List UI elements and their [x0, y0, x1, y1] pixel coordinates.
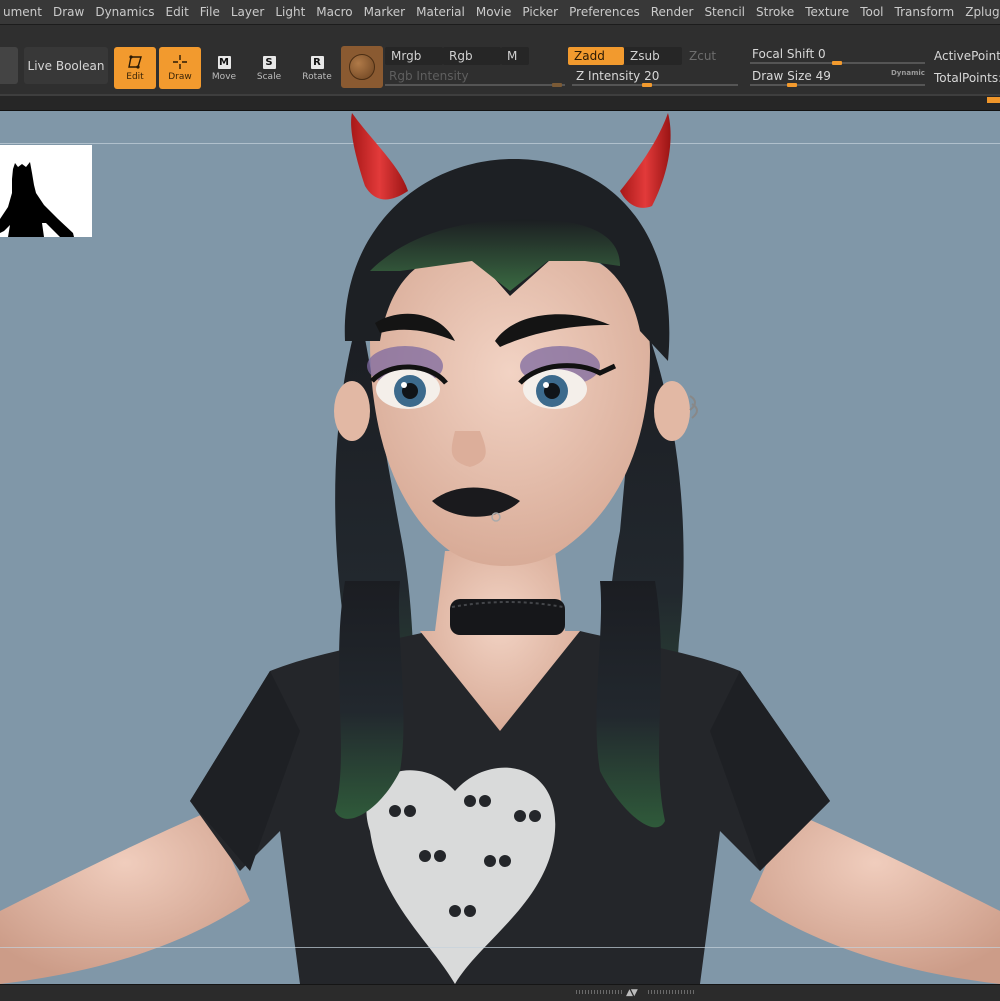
menu-bar: ument Draw Dynamics Edit File Layer Light Macro… [0, 0, 1000, 25]
guide-line-bottom [0, 947, 1000, 948]
menu-dynamics[interactable]: Dynamics [90, 0, 159, 24]
rgb-intensity-knob[interactable] [552, 83, 562, 87]
menu-draw[interactable]: Draw [48, 0, 89, 24]
shelf-strip [0, 96, 1000, 111]
rgb-intensity-label: Rgb Intensity [389, 69, 469, 83]
menu-transform[interactable]: Transform [890, 0, 960, 24]
left-horn [351, 113, 408, 200]
menu-texture[interactable]: Texture [800, 0, 854, 24]
menu-marker[interactable]: Marker [359, 0, 410, 24]
rotate-label: Rotate [302, 72, 332, 82]
menu-file[interactable]: File [195, 0, 225, 24]
dynamic-toggle[interactable]: Dynamic [891, 69, 925, 77]
tray-grip-right[interactable] [648, 990, 696, 994]
scale-button[interactable]: S Scale [248, 47, 290, 89]
focal-shift-knob[interactable] [832, 61, 842, 65]
character-render[interactable] [0, 111, 1000, 984]
menu-document[interactable]: ument [0, 0, 47, 24]
draw-size-knob[interactable] [787, 83, 797, 87]
menu-movie[interactable]: Movie [471, 0, 517, 24]
total-points-label: TotalPoints: . [934, 71, 1000, 85]
active-points-label: ActivePoints: [934, 49, 1000, 63]
z-intensity-label: Z Intensity 20 [576, 69, 660, 83]
zsub-button[interactable]: Zsub [624, 47, 682, 65]
edit-button[interactable]: Edit [114, 47, 156, 89]
scale-label: Scale [256, 72, 282, 82]
menu-stencil[interactable]: Stencil [699, 0, 750, 24]
left-arm [0, 811, 250, 984]
scale-icon: S [259, 54, 279, 70]
menu-edit[interactable]: Edit [161, 0, 194, 24]
mrgb-button[interactable]: Mrgb [385, 47, 443, 65]
menu-zplugin[interactable]: Zplugi [960, 0, 1000, 24]
zadd-button[interactable]: Zadd [568, 47, 624, 65]
rotate-button[interactable]: R Rotate [296, 47, 338, 89]
move-label: Move [211, 72, 237, 82]
draw-label: Draw [168, 72, 192, 82]
draw-button[interactable]: Draw [159, 47, 201, 89]
menu-preferences[interactable]: Preferences [564, 0, 645, 24]
zcut-button[interactable]: Zcut [683, 47, 739, 65]
right-ear [654, 381, 690, 441]
shelf-strip-indicator[interactable] [987, 97, 1000, 103]
menu-picker[interactable]: Picker [517, 0, 563, 24]
shelf-left-button[interactable] [0, 47, 18, 84]
left-ear [334, 381, 370, 441]
m-button[interactable]: M [501, 47, 529, 65]
rotate-icon: R [307, 54, 327, 70]
draw-size-label: Draw Size 49 [752, 69, 831, 83]
menu-render[interactable]: Render [646, 0, 699, 24]
z-intensity-knob[interactable] [642, 83, 652, 87]
right-horn [620, 113, 671, 208]
move-button[interactable]: M Move [203, 47, 245, 89]
menu-macro[interactable]: Macro [311, 0, 357, 24]
live-boolean-button[interactable]: Live Boolean [24, 47, 108, 84]
rgb-intensity-slider[interactable] [385, 84, 565, 86]
menu-light[interactable]: Light [270, 0, 310, 24]
bottom-tray-bar: ▲▼ [0, 984, 1000, 1001]
tray-toggle-arrows-icon[interactable]: ▲▼ [626, 988, 638, 998]
menu-stroke[interactable]: Stroke [751, 0, 799, 24]
draw-size-slider[interactable] [750, 84, 925, 86]
edit-icon [125, 54, 145, 70]
menu-material[interactable]: Material [411, 0, 470, 24]
edit-label: Edit [126, 72, 144, 82]
menu-layer[interactable]: Layer [226, 0, 269, 24]
menu-tool[interactable]: Tool [855, 0, 888, 24]
z-intensity-slider[interactable] [572, 84, 738, 86]
draw-crosshair-icon [170, 54, 190, 70]
material-button[interactable] [341, 46, 383, 88]
material-sphere-icon [349, 54, 375, 80]
viewport-canvas[interactable] [0, 111, 1000, 984]
rgb-button[interactable]: Rgb [443, 47, 501, 65]
tray-grip-left[interactable] [576, 990, 624, 994]
focal-shift-label: Focal Shift 0 [752, 47, 826, 61]
move-icon: M [217, 55, 231, 69]
